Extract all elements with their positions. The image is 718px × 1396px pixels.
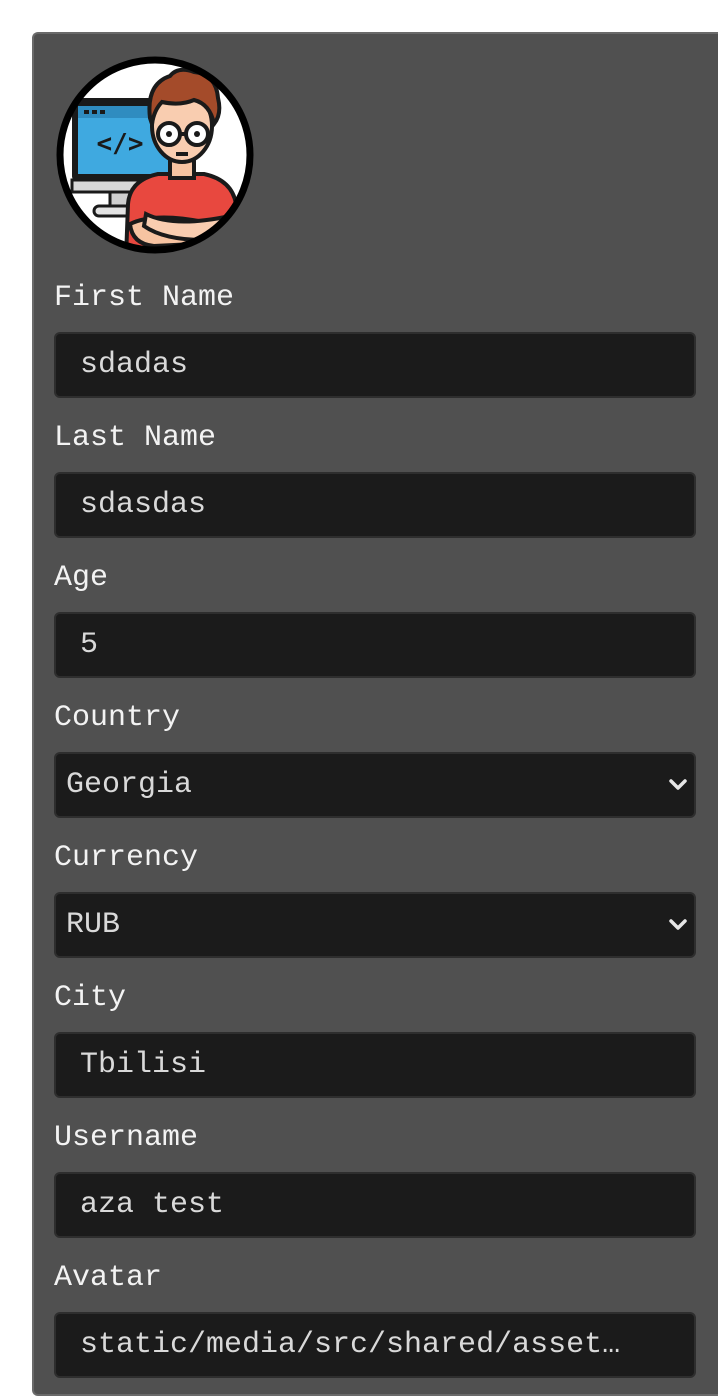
currency-select[interactable]: RUB xyxy=(54,892,696,958)
username-label: Username xyxy=(54,1121,199,1155)
first-name-field: First Name sdadas xyxy=(54,278,696,398)
currency-label: Currency xyxy=(54,841,199,875)
country-selected-value: Georgia xyxy=(66,768,193,802)
city-input[interactable]: Tbilisi xyxy=(54,1032,696,1098)
username-input[interactable]: aza test xyxy=(54,1172,696,1238)
avatar-label: Avatar xyxy=(54,1261,163,1295)
country-select[interactable]: Georgia xyxy=(54,752,696,818)
chevron-down-icon xyxy=(669,919,687,930)
avatar-field: Avatar static/media/src/shared/asset… xyxy=(54,1258,696,1378)
username-field: Username aza test xyxy=(54,1118,696,1238)
age-label: Age xyxy=(54,561,109,595)
last-name-field: Last Name sdasdas xyxy=(54,418,696,538)
first-name-label: First Name xyxy=(54,281,235,315)
country-field: Country Georgia xyxy=(54,698,696,818)
age-field: Age 5 xyxy=(54,558,696,678)
city-label: City xyxy=(54,981,127,1015)
age-input[interactable]: 5 xyxy=(54,612,696,678)
developer-avatar-icon: </> xyxy=(54,54,256,256)
first-name-input[interactable]: sdadas xyxy=(54,332,696,398)
svg-text:</>: </> xyxy=(97,129,144,159)
chevron-down-icon xyxy=(669,779,687,790)
last-name-label: Last Name xyxy=(54,421,217,455)
last-name-input[interactable]: sdasdas xyxy=(54,472,696,538)
country-label: Country xyxy=(54,701,181,735)
avatar-input[interactable]: static/media/src/shared/asset… xyxy=(54,1312,696,1378)
city-field: City Tbilisi xyxy=(54,978,696,1098)
profile-card: </> First Name sdadas Last Name sdasdas … xyxy=(32,32,718,1396)
currency-field: Currency RUB xyxy=(54,838,696,958)
currency-selected-value: RUB xyxy=(66,908,121,942)
